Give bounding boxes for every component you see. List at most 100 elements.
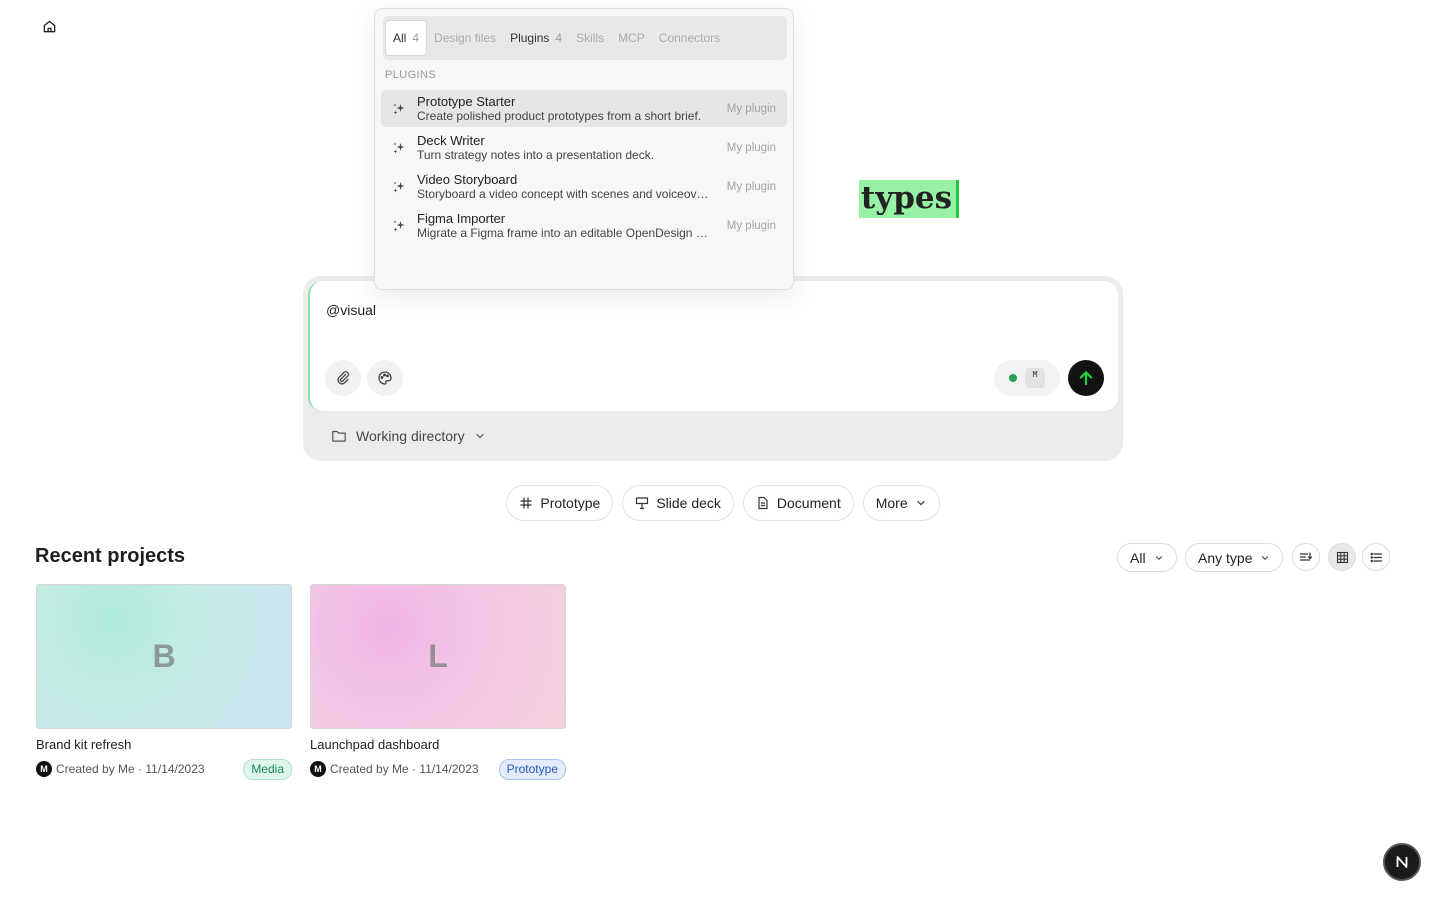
working-directory-label: Working directory (356, 428, 465, 444)
project-card[interactable]: L Launchpad dashboard M Created by Me · … (310, 584, 566, 780)
grid-view-button[interactable] (1328, 543, 1356, 571)
n-logo-icon (1394, 854, 1410, 870)
tab-label: MCP (618, 31, 645, 45)
assistant-button[interactable] (1383, 843, 1421, 881)
project-type-badge: Prototype (498, 758, 566, 780)
arrow-up-icon (1077, 369, 1095, 387)
project-thumbnail: B (36, 584, 292, 729)
hero-title-highlight: types (858, 180, 960, 218)
home-button[interactable] (38, 15, 60, 37)
tab-all[interactable]: All 4 (385, 20, 428, 56)
slide-deck-label: Slide deck (656, 495, 721, 511)
plugin-kind: My plugin (726, 102, 776, 115)
project-type-badge: Media (243, 758, 292, 780)
chevron-down-icon (1260, 553, 1270, 563)
folder-icon (331, 428, 347, 444)
composer[interactable]: @visual M (308, 281, 1118, 411)
tab-skills[interactable]: Skills (569, 20, 611, 56)
type-filter[interactable]: Any type (1185, 543, 1284, 572)
plugin-kind: My plugin (726, 219, 776, 232)
status-dot (1009, 374, 1017, 382)
plugin-item[interactable]: Prototype Starter Create polished produc… (381, 90, 787, 127)
sort-icon (1299, 550, 1313, 564)
project-meta: M Created by Me · 11/14/2023 Prototype (310, 758, 566, 780)
plugin-kind: My plugin (726, 180, 776, 193)
prototype-button[interactable]: Prototype (506, 485, 614, 521)
prompt-input[interactable]: @visual (326, 302, 376, 318)
avatar: M (36, 761, 52, 777)
type-filter-label: Any type (1198, 549, 1253, 566)
plugin-description: Migrate a Figma frame into an editable O… (417, 226, 709, 240)
plugin-description: Create polished product prototypes from … (417, 109, 702, 123)
sort-button[interactable] (1292, 543, 1320, 571)
section-label: PLUGINS (385, 69, 437, 81)
plugin-name: Prototype Starter (417, 94, 516, 109)
scope-filter-label: All (1130, 549, 1146, 566)
project-created: Created by Me · 11/14/2023 (56, 762, 205, 776)
more-button[interactable]: More (862, 485, 940, 521)
tab-label: Plugins (510, 31, 550, 45)
tab-count: 4 (555, 31, 563, 45)
tab-plugins[interactable]: Plugins 4 (503, 20, 569, 56)
composer-panel: @visual M Working directory (303, 276, 1123, 461)
popover-tabs: All 4 Design files Plugins 4 Skills MCP … (383, 16, 787, 60)
project-initial: B (152, 638, 176, 674)
chevron-down-icon (1154, 553, 1164, 563)
sparkles-icon (381, 141, 417, 155)
plugin-item[interactable]: Video Storyboard Storyboard a video conc… (381, 168, 787, 205)
plugin-description: Turn strategy notes into a presentation … (417, 148, 655, 162)
hash-icon (519, 496, 533, 510)
list-icon (1370, 551, 1383, 564)
grid-icon (1336, 551, 1349, 564)
plugin-name: Figma Importer (417, 211, 506, 226)
attach-button[interactable] (325, 360, 361, 396)
plugin-item[interactable]: Figma Importer Migrate a Figma frame int… (381, 207, 787, 244)
project-card[interactable]: B Brand kit refresh M Created by Me · 11… (36, 584, 292, 780)
chevron-down-icon (915, 497, 927, 509)
document-button[interactable]: Document (742, 485, 854, 521)
plugin-kind: My plugin (726, 141, 776, 154)
project-initial: L (428, 638, 448, 674)
paperclip-icon (335, 370, 351, 386)
tab-label: Skills (576, 31, 605, 45)
design-system-button[interactable] (367, 360, 403, 396)
tab-label: Connectors (658, 31, 721, 45)
project-name: Launchpad dashboard (310, 737, 440, 752)
tab-connectors[interactable]: Connectors (652, 20, 727, 56)
plugin-list: Prototype Starter Create polished produc… (381, 90, 787, 246)
plugin-name: Video Storyboard (417, 172, 518, 187)
slide-deck-button[interactable]: Slide deck (622, 485, 734, 521)
quick-actions: Prototype Slide deck Document More (0, 485, 1440, 521)
recent-projects-title: Recent projects (35, 545, 186, 567)
project-meta: M Created by Me · 11/14/2023 Media (36, 758, 292, 780)
home-icon (42, 19, 57, 34)
model-selector[interactable]: M (994, 360, 1060, 396)
palette-icon (377, 370, 393, 386)
avatar: M (310, 761, 326, 777)
sparkles-icon (381, 180, 417, 194)
document-label: Document (776, 495, 841, 511)
project-name: Brand kit refresh (36, 737, 132, 752)
working-directory-selector[interactable]: Working directory (331, 428, 486, 444)
project-thumbnail: L (310, 584, 566, 729)
more-label: More (875, 495, 908, 511)
list-view-button[interactable] (1362, 543, 1390, 571)
plugin-name: Deck Writer (417, 133, 485, 148)
document-icon (756, 496, 770, 510)
plugin-item[interactable]: Deck Writer Turn strategy notes into a p… (381, 129, 787, 166)
prototype-label: Prototype (540, 495, 601, 511)
plugin-description: Storyboard a video concept with scenes a… (417, 187, 709, 201)
tab-label: Design files (434, 31, 497, 45)
tab-mcp[interactable]: MCP (611, 20, 652, 56)
sparkles-icon (381, 102, 417, 116)
scope-filter[interactable]: All (1117, 543, 1177, 572)
tab-design-files[interactable]: Design files (427, 20, 503, 56)
chevron-down-icon (474, 430, 486, 442)
mention-popover: All 4 Design files Plugins 4 Skills MCP … (374, 8, 794, 290)
send-button[interactable] (1068, 360, 1104, 396)
project-created: Created by Me · 11/14/2023 (330, 762, 479, 776)
model-badge: M (1025, 368, 1045, 388)
sparkles-icon (381, 219, 417, 233)
presentation-icon (635, 496, 649, 510)
tab-count: 4 (412, 31, 420, 45)
